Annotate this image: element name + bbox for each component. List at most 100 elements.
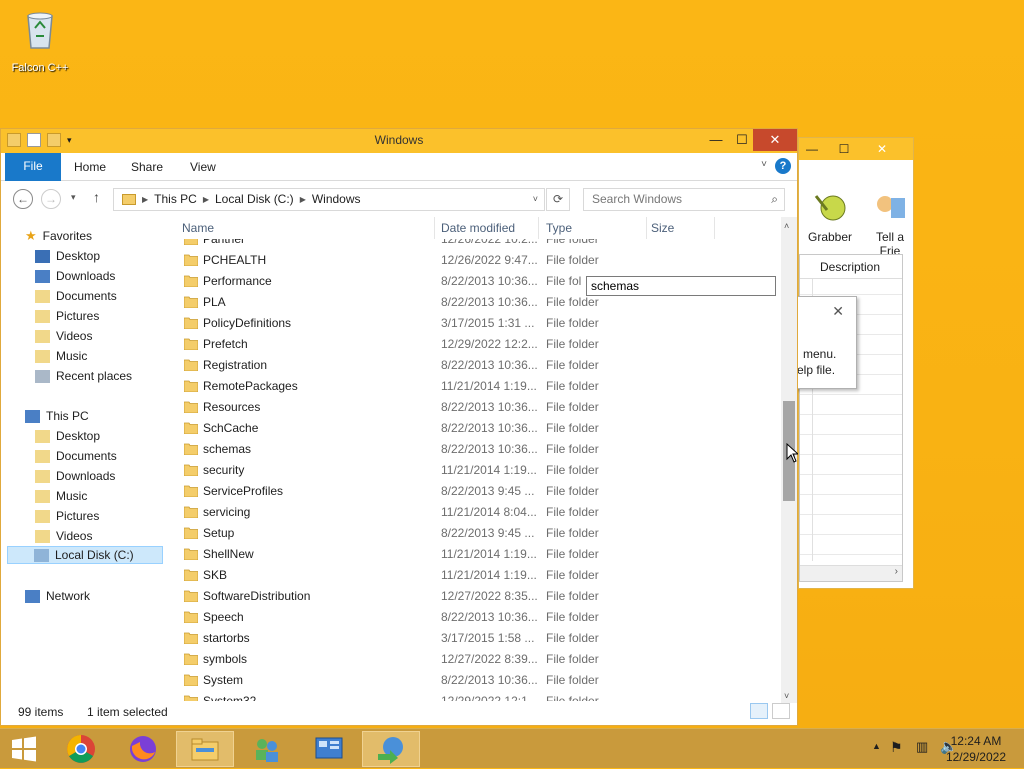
- chevron-right-icon[interactable]: ▶: [300, 189, 306, 210]
- file-row[interactable]: Resources 8/22/2013 10:36... File folder: [176, 397, 780, 418]
- chevron-right-icon[interactable]: ›: [895, 566, 898, 577]
- title-bar[interactable]: ▾ Windows — ☐ ✕: [1, 129, 797, 153]
- close-button[interactable]: ✕: [753, 129, 797, 151]
- flag-icon[interactable]: ⚑: [890, 739, 903, 756]
- taskbar-app-control[interactable]: [300, 731, 358, 767]
- description-column-header[interactable]: Description: [800, 255, 902, 279]
- file-row[interactable]: Registration 8/22/2013 10:36... File folde…: [176, 355, 780, 376]
- tell-friend-button[interactable]: Tell a Frie: [865, 190, 915, 258]
- taskbar-app-download[interactable]: [362, 731, 420, 767]
- clock[interactable]: 12:24 AM 12/29/2022: [946, 733, 1006, 765]
- back-button[interactable]: ←: [13, 189, 33, 209]
- breadcrumb-this-pc[interactable]: This PC: [154, 189, 197, 210]
- expand-ribbon-icon[interactable]: ˅: [761, 159, 767, 170]
- file-row[interactable]: Speech 8/22/2013 10:36... File folder: [176, 607, 780, 628]
- chevron-down-icon[interactable]: ˅: [533, 189, 538, 210]
- recent-locations-icon[interactable]: ▾: [71, 192, 76, 203]
- taskbar-app-people[interactable]: [238, 731, 296, 767]
- desktop-icon-falcon[interactable]: Falcon C++: [8, 6, 72, 74]
- rename-input[interactable]: [586, 276, 776, 296]
- scroll-up-icon[interactable]: ˄: [784, 221, 789, 231]
- file-row[interactable]: symbols 12/27/2022 8:39... File folder: [176, 649, 780, 670]
- nav-item-desktop[interactable]: Desktop: [35, 247, 100, 265]
- refresh-button[interactable]: ⟳: [546, 188, 570, 211]
- nav-this-pc[interactable]: This PC: [25, 407, 89, 425]
- tab-home[interactable]: Home: [74, 160, 106, 174]
- nav-item-desktop[interactable]: Desktop: [35, 427, 100, 445]
- address-path[interactable]: ▶ This PC ▶ Local Disk (C:) ▶ Windows ˅: [113, 188, 545, 211]
- taskbar: ▲ ⚑ ▥ 🔈 12:24 AM 12/29/2022: [0, 728, 1024, 768]
- file-date: 8/22/2013 10:36...: [441, 358, 538, 372]
- selection-count: 1 item selected: [87, 705, 168, 719]
- taskbar-chrome[interactable]: [52, 731, 110, 767]
- breadcrumb-local-disk[interactable]: Local Disk (C:): [215, 189, 294, 210]
- nav-item-documents[interactable]: Documents: [35, 447, 117, 465]
- search-input[interactable]: Search Windows ⌕: [583, 188, 785, 211]
- nav-item-videos[interactable]: Videos: [35, 527, 92, 545]
- file-row[interactable]: ShellNew 11/21/2014 1:19... File folder: [176, 544, 780, 565]
- file-row[interactable]: startorbs 3/17/2015 1:58 ... File folder: [176, 628, 780, 649]
- details-view-icon[interactable]: [750, 703, 768, 719]
- taskbar-firefox[interactable]: [114, 731, 172, 767]
- close-button[interactable]: ✕: [869, 140, 895, 158]
- nav-item-downloads[interactable]: Downloads: [35, 467, 115, 485]
- file-name: servicing: [203, 505, 251, 519]
- search-icon[interactable]: ⌕: [771, 189, 778, 210]
- close-icon[interactable]: ✕: [832, 303, 844, 320]
- tab-view[interactable]: View: [190, 160, 216, 174]
- minimize-button[interactable]: —: [799, 140, 825, 158]
- column-name[interactable]: Name: [182, 221, 214, 235]
- horizontal-scrollbar[interactable]: ›: [800, 565, 902, 581]
- nav-item-videos[interactable]: Videos: [35, 327, 92, 345]
- grabber-button[interactable]: Grabber: [805, 190, 855, 244]
- file-row[interactable]: SchCache 8/22/2013 10:36... File folder: [176, 418, 780, 439]
- file-row[interactable]: servicing 11/21/2014 8:04... File folder: [176, 502, 780, 523]
- chevron-right-icon[interactable]: ▶: [203, 189, 209, 210]
- file-type: File folder: [546, 673, 599, 687]
- file-row[interactable]: Setup 8/22/2013 9:45 ... File folder: [176, 523, 780, 544]
- network-icon[interactable]: ▥: [916, 739, 928, 755]
- sort-ascending-icon: ^: [300, 217, 304, 222]
- breadcrumb-windows[interactable]: Windows: [312, 189, 361, 210]
- nav-item-pictures[interactable]: Pictures: [35, 307, 99, 325]
- file-row[interactable]: Panther 12/26/2022 10:2... File folder: [176, 239, 780, 250]
- nav-item-music[interactable]: Music: [35, 347, 87, 365]
- explorer-window[interactable]: ▾ Windows — ☐ ✕ File Home Share View ˅ ?…: [0, 128, 798, 726]
- show-hidden-icons-icon[interactable]: ▲: [872, 741, 881, 751]
- file-row[interactable]: ServiceProfiles 8/22/2013 9:45 ... File fo…: [176, 481, 780, 502]
- maximize-button[interactable]: ☐: [831, 140, 857, 158]
- nav-item-recent-places[interactable]: Recent places: [35, 367, 132, 385]
- nav-item-local-disk[interactable]: Local Disk (C:): [7, 546, 163, 564]
- file-row[interactable]: Prefetch 12/29/2022 12:2... File folder: [176, 334, 780, 355]
- nav-item-pictures[interactable]: Pictures: [35, 507, 99, 525]
- nav-item-downloads[interactable]: Downloads: [35, 267, 115, 285]
- file-row[interactable]: RemotePackages 11/21/2014 1:19... File fol…: [176, 376, 780, 397]
- file-row[interactable]: SKB 11/21/2014 1:19... File folder: [176, 565, 780, 586]
- chevron-right-icon[interactable]: ▶: [142, 189, 148, 210]
- up-arrow-icon[interactable]: ↑: [93, 189, 100, 205]
- column-size[interactable]: Size: [651, 221, 674, 235]
- nav-network[interactable]: Network: [25, 587, 90, 605]
- folder-icon: [184, 569, 198, 581]
- file-row[interactable]: schemas 8/22/2013 10:36... File folder: [176, 439, 780, 460]
- tab-file[interactable]: File: [5, 153, 61, 181]
- file-row[interactable]: PCHEALTH 12/26/2022 9:47... File folder: [176, 250, 780, 271]
- file-row[interactable]: PolicyDefinitions 3/17/2015 1:31 ... File …: [176, 313, 780, 334]
- tab-share[interactable]: Share: [131, 160, 163, 174]
- file-row[interactable]: security 11/21/2014 1:19... File folder: [176, 460, 780, 481]
- help-icon[interactable]: ?: [775, 158, 791, 174]
- forward-button[interactable]: →: [41, 189, 61, 209]
- nav-item-documents[interactable]: Documents: [35, 287, 117, 305]
- taskbar-file-explorer[interactable]: [176, 731, 234, 767]
- nav-label: Desktop: [56, 249, 101, 263]
- file-date: 11/21/2014 1:19...: [441, 547, 537, 561]
- file-row[interactable]: SoftwareDistribution 12/27/2022 8:35... Fi…: [176, 586, 780, 607]
- column-type[interactable]: Type: [546, 221, 572, 235]
- file-row[interactable]: System 8/22/2013 10:36... File folder: [176, 670, 780, 691]
- start-button[interactable]: [0, 731, 48, 767]
- nav-favorites[interactable]: ★ Favorites: [25, 227, 92, 245]
- column-date[interactable]: Date modified: [441, 221, 515, 235]
- recycle-bin-icon: [22, 6, 58, 50]
- large-icons-view-icon[interactable]: [772, 703, 790, 719]
- nav-item-music[interactable]: Music: [35, 487, 87, 505]
